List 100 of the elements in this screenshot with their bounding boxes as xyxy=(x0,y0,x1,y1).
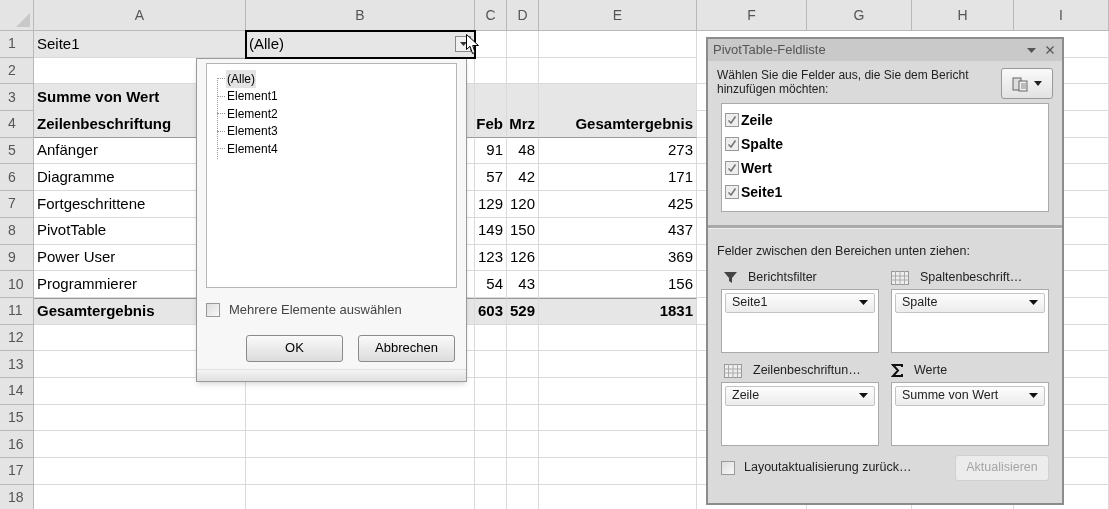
table-cell: 273 xyxy=(539,137,697,165)
table-cell: 149 xyxy=(475,217,507,245)
table-cell xyxy=(507,431,539,458)
checkbox[interactable] xyxy=(725,185,739,199)
column-header[interactable]: A xyxy=(34,0,246,31)
area-label: Werte xyxy=(914,362,948,380)
table-cell: 425 xyxy=(539,191,697,218)
table-cell xyxy=(475,404,507,432)
table-cell: 603 xyxy=(475,297,507,325)
caret-icon xyxy=(1029,393,1038,399)
area-label: Spaltenbeschrift… xyxy=(920,269,1023,287)
panel-title: PivotTable-Feldliste xyxy=(713,41,826,60)
row-header[interactable]: 11 xyxy=(0,297,34,325)
column-header[interactable]: H xyxy=(912,0,1014,31)
table-cell xyxy=(507,84,539,112)
table-cell: Feb xyxy=(475,111,507,138)
table-cell: 129 xyxy=(475,191,507,218)
caret-icon xyxy=(859,393,868,399)
table-cell: 91 xyxy=(475,137,507,165)
column-header[interactable]: G xyxy=(807,0,912,31)
row-header[interactable]: 1 xyxy=(0,31,34,58)
field-label: Seite1 xyxy=(741,182,783,202)
field-label: Zeile xyxy=(741,110,773,130)
row-header[interactable]: 12 xyxy=(0,324,34,352)
table-cell xyxy=(507,404,539,432)
column-header[interactable]: D xyxy=(507,0,539,31)
check-icon xyxy=(727,139,737,149)
table-cell xyxy=(475,458,507,485)
checkbox[interactable] xyxy=(725,137,739,151)
grid-icon xyxy=(724,363,742,378)
layout-button[interactable] xyxy=(1001,68,1053,99)
area-label: Berichtsfilter xyxy=(748,269,817,287)
table-cell: 126 xyxy=(507,244,539,272)
row-header[interactable]: 15 xyxy=(0,404,34,432)
table-cell: 171 xyxy=(539,164,697,192)
field-label: Spalte xyxy=(741,134,783,154)
table-cell: Seite1 xyxy=(34,31,246,58)
table-cell xyxy=(507,351,539,378)
row-header[interactable]: 7 xyxy=(0,191,34,218)
column-header[interactable]: C xyxy=(475,0,507,31)
table-cell: 529 xyxy=(507,297,539,325)
check-icon xyxy=(727,187,737,197)
row-header[interactable]: 13 xyxy=(0,351,34,378)
row-header[interactable]: 4 xyxy=(0,111,34,138)
areas-heading: Felder zwischen den Bereichen unten ziehen: xyxy=(716,243,971,260)
dialog-button[interactable]: Abbrechen xyxy=(358,334,455,362)
row-header[interactable]: 9 xyxy=(0,244,34,272)
column-header[interactable]: B xyxy=(246,0,475,31)
row-header[interactable]: 8 xyxy=(0,217,34,245)
column-header[interactable]: E xyxy=(539,0,697,31)
column-header[interactable]: F xyxy=(697,0,807,31)
triangle-icon xyxy=(16,13,30,27)
table-cell: 1831 xyxy=(539,297,697,325)
field-dropdown[interactable]: Summe von Wert xyxy=(895,385,1045,406)
table-cell xyxy=(475,431,507,458)
layout-icon xyxy=(1012,75,1028,92)
caret-icon xyxy=(459,41,467,46)
caret-icon xyxy=(1029,300,1038,306)
panel-menu-icon[interactable] xyxy=(1027,47,1036,53)
row-header[interactable]: 6 xyxy=(0,164,34,192)
table-cell: 42 xyxy=(507,164,539,192)
checkbox[interactable] xyxy=(206,302,220,317)
row-header[interactable]: 2 xyxy=(0,57,34,85)
checkbox[interactable] xyxy=(725,161,739,175)
field-dropdown[interactable]: Spalte xyxy=(895,292,1045,313)
table-cell xyxy=(507,458,539,485)
table-cell xyxy=(507,377,539,405)
cell-text: (Alle) xyxy=(249,33,285,54)
table-cell: Gesamtergebnis xyxy=(539,111,697,138)
checkbox[interactable] xyxy=(725,113,739,127)
resize-grip-bar[interactable] xyxy=(197,369,466,381)
check-icon xyxy=(727,115,737,125)
table-cell: 123 xyxy=(475,244,507,272)
sigma-icon xyxy=(891,364,903,378)
row-header[interactable]: 5 xyxy=(0,137,34,165)
row-header[interactable]: 16 xyxy=(0,431,34,458)
table-cell: 48 xyxy=(507,137,539,165)
pointer-cursor-icon xyxy=(466,34,479,54)
table-cell: 150 xyxy=(507,217,539,245)
checkbox[interactable] xyxy=(721,460,735,475)
instruction-text: Wählen Sie die Felder aus, die Sie dem Bericht hinzufügen möchten: xyxy=(717,68,970,96)
table-cell: 120 xyxy=(507,191,539,218)
column-header[interactable]: I xyxy=(1014,0,1109,31)
table-cell: 43 xyxy=(507,271,539,298)
field-dropdown[interactable]: Seite1 xyxy=(725,292,875,313)
close-icon[interactable] xyxy=(1046,46,1054,54)
table-cell xyxy=(507,31,539,58)
row-header[interactable]: 18 xyxy=(0,484,34,509)
grid-icon xyxy=(891,270,909,285)
table-cell: 54 xyxy=(475,271,507,298)
row-header[interactable]: 17 xyxy=(0,458,34,485)
row-header[interactable]: 14 xyxy=(0,377,34,405)
row-header[interactable]: 3 xyxy=(0,84,34,112)
area-label: Zeilenbeschriftun… xyxy=(753,362,861,380)
field-label: Wert xyxy=(741,158,772,178)
table-cell: 57 xyxy=(475,164,507,192)
field-dropdown[interactable]: Zeile xyxy=(725,385,875,406)
row-header[interactable]: 10 xyxy=(0,271,34,298)
dialog-button[interactable]: OK xyxy=(246,334,343,362)
list-item[interactable]: (Alle) xyxy=(226,69,256,88)
